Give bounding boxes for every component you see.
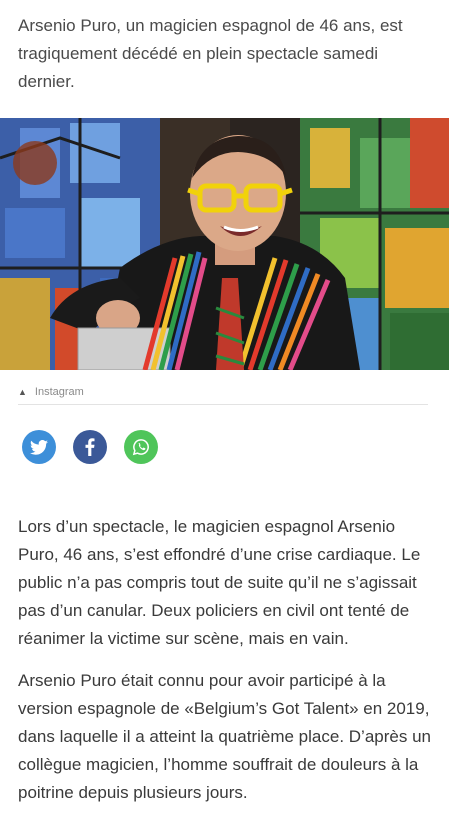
caret-up-icon[interactable]: ▲ bbox=[18, 387, 27, 397]
twitter-share-button[interactable] bbox=[22, 430, 56, 464]
image-credit: ▲ Instagram bbox=[18, 386, 428, 398]
facebook-icon bbox=[85, 438, 95, 456]
article-photo[interactable] bbox=[0, 118, 449, 370]
whatsapp-icon bbox=[132, 439, 149, 456]
article-paragraph: Lors d’un spectacle, le magicien espagno… bbox=[18, 517, 421, 648]
share-bar bbox=[22, 430, 158, 464]
article-lead: Arsenio Puro, un magicien espagnol de 46… bbox=[18, 16, 403, 91]
article-paragraph: Arsenio Puro était connu pour avoir part… bbox=[18, 671, 431, 802]
whatsapp-share-button[interactable] bbox=[124, 430, 158, 464]
twitter-icon bbox=[30, 439, 48, 455]
image-credit-label: Instagram bbox=[34, 386, 84, 398]
article-body: Lors d’un spectacle, le magicien espagno… bbox=[18, 513, 438, 821]
facebook-share-button[interactable] bbox=[73, 430, 107, 464]
divider bbox=[18, 404, 428, 405]
